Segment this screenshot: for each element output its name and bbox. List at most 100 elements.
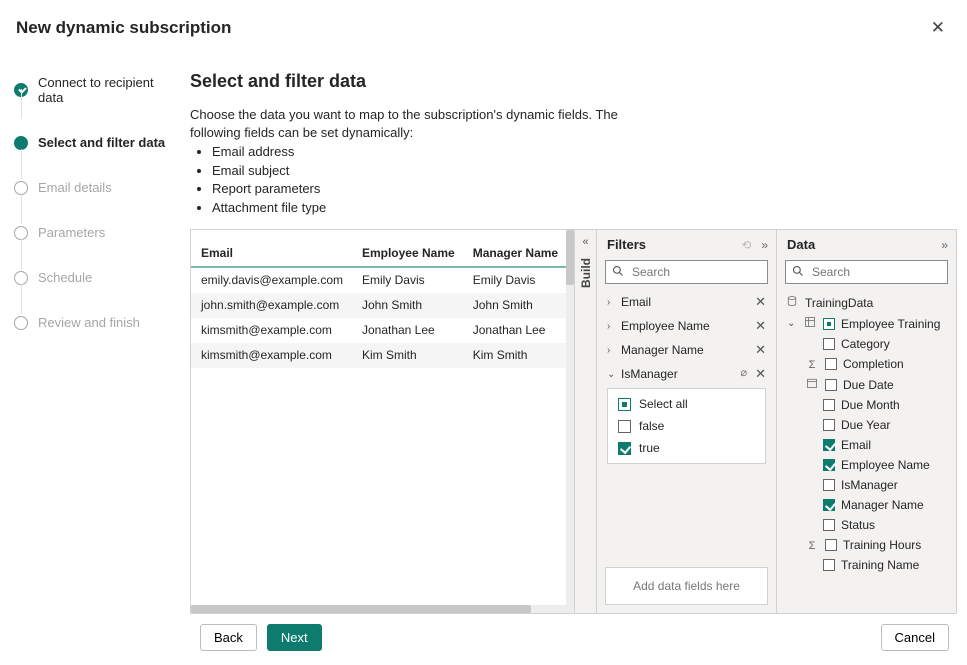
table-row[interactable]: kimsmith@example.comJonathan LeeJonathan…: [191, 318, 566, 343]
table-column-header[interactable]: Email: [191, 230, 352, 267]
table-row[interactable]: kimsmith@example.comKim SmithKim Smith: [191, 343, 566, 368]
checkbox[interactable]: [823, 399, 835, 411]
checkbox[interactable]: [823, 479, 835, 491]
build-tab[interactable]: « Build: [574, 230, 596, 613]
table-row[interactable]: emily.davis@example.comEmily DavisEmily …: [191, 267, 566, 293]
option-label: Select all: [639, 397, 688, 411]
data-search[interactable]: [785, 260, 948, 284]
close-icon[interactable]: ✕: [931, 18, 945, 38]
filter-field-name: Employee Name: [621, 319, 710, 333]
table-body: emily.davis@example.comEmily DavisEmily …: [191, 267, 566, 368]
checkbox[interactable]: [825, 539, 837, 551]
step-label: Schedule: [38, 270, 92, 285]
checkbox[interactable]: [823, 318, 835, 330]
filter-option[interactable]: true: [608, 437, 765, 459]
field-name: Category: [841, 337, 890, 351]
cancel-button[interactable]: Cancel: [881, 624, 949, 651]
table-scroll[interactable]: EmailEmployee NameManager Name emily.dav…: [191, 230, 566, 605]
field-name: IsManager: [841, 478, 898, 492]
step-3: Parameters: [14, 225, 172, 240]
filters-search[interactable]: [605, 260, 768, 284]
page-heading: Select and filter data: [190, 71, 957, 92]
close-icon[interactable]: ✕: [755, 294, 766, 310]
table-cell: Kim Smith: [352, 343, 463, 368]
table-column-header[interactable]: Manager Name: [463, 230, 566, 267]
step-0[interactable]: Connect to recipient data: [14, 75, 172, 105]
table-cell: Jonathan Lee: [352, 318, 463, 343]
horizontal-scrollbar[interactable]: [191, 605, 566, 613]
close-icon[interactable]: ✕: [755, 342, 766, 358]
checkbox[interactable]: [825, 358, 837, 370]
field-row[interactable]: Category: [783, 334, 950, 354]
filters-pane: Filters ⟲ » › Email ✕› Employee Name ✕› …: [596, 230, 776, 613]
chevron-right-icon[interactable]: »: [761, 238, 768, 252]
table-column-header[interactable]: Employee Name: [352, 230, 463, 267]
chevron-left-icon[interactable]: «: [582, 236, 588, 248]
checkbox[interactable]: [823, 459, 835, 471]
add-fields-dropzone[interactable]: Add data fields here: [605, 567, 768, 605]
close-icon[interactable]: ✕: [755, 366, 766, 382]
filter-field-name: IsManager: [621, 367, 678, 381]
checkbox[interactable]: [823, 559, 835, 571]
table-row[interactable]: john.smith@example.comJohn SmithJohn Smi…: [191, 293, 566, 318]
table-node-row[interactable]: ⌄ Employee Training: [783, 313, 950, 334]
checkbox[interactable]: [618, 420, 631, 433]
step-dot-icon: [14, 271, 28, 285]
eraser-icon[interactable]: ⌀: [740, 366, 747, 382]
chevron-icon: ⌄: [607, 369, 617, 380]
bullet-item: Report parameters: [212, 180, 630, 198]
filter-eraser-icon[interactable]: ⟲: [741, 238, 751, 252]
filter-field-row[interactable]: › Employee Name ✕: [601, 314, 772, 338]
checkbox[interactable]: [823, 338, 835, 350]
dataset-icon: [785, 295, 799, 310]
field-row[interactable]: Due Month: [783, 395, 950, 415]
filter-options: Select all false true: [607, 388, 766, 464]
close-icon[interactable]: ✕: [755, 318, 766, 334]
field-row[interactable]: Email: [783, 435, 950, 455]
table-cell: Emily Davis: [352, 267, 463, 293]
filters-search-input[interactable]: [630, 264, 789, 280]
field-row[interactable]: Manager Name: [783, 495, 950, 515]
field-row[interactable]: Status: [783, 515, 950, 535]
filter-field-row[interactable]: ⌄ IsManager ⌀ ✕: [601, 362, 772, 386]
dynamic-fields-list: Email addressEmail subjectReport paramet…: [212, 143, 630, 216]
field-row[interactable]: Σ Completion: [783, 354, 950, 374]
field-row[interactable]: Training Name: [783, 555, 950, 575]
field-row[interactable]: Due Year: [783, 415, 950, 435]
filter-field-row[interactable]: › Manager Name ✕: [601, 338, 772, 362]
step-2: Email details: [14, 180, 172, 195]
checkbox[interactable]: [618, 442, 631, 455]
filter-field-name: Email: [621, 295, 651, 309]
checkbox[interactable]: [823, 499, 835, 511]
back-button[interactable]: Back: [200, 624, 257, 651]
filter-option[interactable]: false: [608, 415, 765, 437]
data-search-input[interactable]: [810, 264, 957, 280]
filter-option[interactable]: Select all: [608, 393, 765, 415]
checkbox[interactable]: [823, 439, 835, 451]
filter-field-name: Manager Name: [621, 343, 704, 357]
step-1[interactable]: Select and filter data: [14, 135, 172, 150]
field-row[interactable]: Due Date: [783, 374, 950, 395]
bullet-item: Attachment file type: [212, 199, 630, 217]
table-cell: kimsmith@example.com: [191, 318, 352, 343]
table-cell: emily.davis@example.com: [191, 267, 352, 293]
checkbox[interactable]: [823, 519, 835, 531]
next-button[interactable]: Next: [267, 624, 322, 651]
checkbox[interactable]: [825, 379, 837, 391]
search-icon: [792, 265, 804, 280]
checkbox[interactable]: [823, 419, 835, 431]
field-row[interactable]: IsManager: [783, 475, 950, 495]
step-label: Select and filter data: [38, 135, 165, 150]
field-row[interactable]: Employee Name: [783, 455, 950, 475]
bullet-item: Email subject: [212, 162, 630, 180]
dataset-row[interactable]: TrainingData: [783, 292, 950, 313]
vertical-scrollbar[interactable]: [566, 230, 574, 613]
desc-text: Choose the data you want to map to the s…: [190, 107, 618, 140]
step-label: Parameters: [38, 225, 105, 240]
field-name: Completion: [843, 357, 904, 371]
checkbox[interactable]: [618, 398, 631, 411]
field-row[interactable]: Σ Training Hours: [783, 535, 950, 555]
filter-field-row[interactable]: › Email ✕: [601, 290, 772, 314]
table-cell: john.smith@example.com: [191, 293, 352, 318]
chevron-right-icon[interactable]: »: [941, 238, 948, 252]
